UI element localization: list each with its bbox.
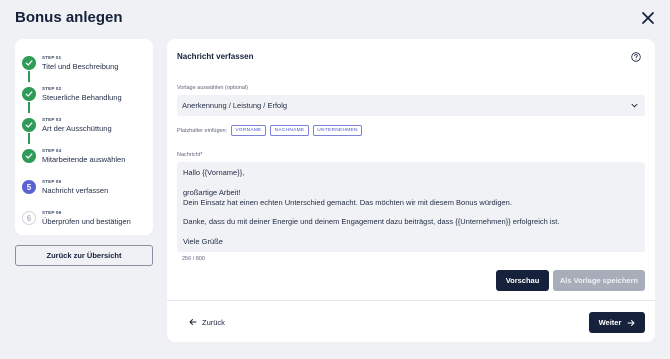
template-label: Vorlage auswählen (optional) — [177, 85, 248, 91]
step-1: STEP 01 Titel und Beschreibung — [22, 52, 152, 72]
step-label: Art der Ausschüttung — [42, 124, 112, 133]
step-number-badge: 6 — [22, 211, 36, 225]
message-line — [183, 208, 639, 218]
message-line: Dein Einsatz hat einen echten Unterschie… — [183, 197, 512, 207]
step-label: Steuerliche Behandlung — [42, 93, 122, 102]
step-2: STEP 02 Steuerliche Behandlung — [22, 83, 152, 103]
step-number-label: STEP 05 — [42, 179, 62, 184]
arrow-left-icon — [189, 319, 197, 325]
step-5: 5 STEP 05 Nachricht verfassen — [22, 176, 152, 196]
chevron-down-icon — [631, 102, 638, 109]
step-check-icon — [22, 118, 36, 132]
message-label: Nachricht* — [177, 152, 203, 158]
placeholder-chip-unternehmen[interactable]: UNTERNEHMEN — [313, 125, 362, 136]
save-as-template-button[interactable]: Als Vorlage speichern — [553, 270, 645, 291]
next-button-label: Weiter — [598, 318, 622, 327]
step-connector — [28, 102, 30, 113]
section-title: Nachricht verfassen — [177, 52, 254, 61]
placeholders-label: Platzhalter einfügen: — [177, 128, 228, 134]
close-icon — [642, 12, 654, 24]
message-line — [183, 227, 639, 237]
preview-button[interactable]: Vorschau — [496, 270, 549, 291]
template-select[interactable]: Anerkennung / Leistung / Erfolg — [177, 95, 645, 116]
step-3: STEP 03 Art der Ausschüttung — [22, 114, 152, 134]
step-check-icon — [22, 87, 36, 101]
divider — [167, 300, 655, 301]
placeholder-chip-vorname[interactable]: VORNAME — [231, 125, 266, 136]
placeholder-chip-nachname[interactable]: NACHNAME — [270, 125, 309, 136]
back-button-label: Zurück — [202, 317, 225, 327]
message-line: Danke, dass du mit deiner Energie und de… — [183, 217, 560, 227]
message-textarea[interactable]: Hallo {{Vorname}}, großartige Arbeit! De… — [177, 162, 645, 252]
close-button[interactable] — [640, 10, 656, 26]
step-label: Überprüfen und bestätigen — [42, 217, 131, 226]
help-circle-icon[interactable] — [631, 52, 641, 62]
step-number-label: STEP 04 — [42, 148, 62, 153]
step-number-label: STEP 06 — [42, 210, 62, 215]
step-check-icon — [22, 149, 36, 163]
step-connector — [28, 133, 30, 144]
back-button[interactable]: Zurück — [189, 316, 225, 328]
back-to-overview-button[interactable]: Zurück zur Übersicht — [15, 245, 153, 266]
character-count: 256 / 800 — [182, 256, 205, 262]
step-number-label: STEP 02 — [42, 86, 62, 91]
message-line: Hallo {{Vorname}}, — [183, 168, 245, 177]
step-number-label: STEP 01 — [42, 55, 62, 60]
arrow-right-icon — [627, 319, 635, 326]
message-line: Viele Grüße — [183, 237, 223, 247]
message-card: Nachricht verfassen Vorlage auswählen (o… — [167, 39, 655, 342]
step-check-icon — [22, 56, 36, 70]
step-number-badge: 5 — [22, 180, 36, 194]
step-label: Titel und Beschreibung — [42, 62, 119, 71]
step-4: STEP 04 Mitarbeitende auswählen — [22, 145, 152, 165]
page-title: Bonus anlegen — [15, 9, 123, 26]
step-label: Nachricht verfassen — [42, 186, 109, 195]
step-connector — [28, 71, 30, 82]
message-line: großartige Arbeit! — [183, 187, 241, 197]
stepper-panel: STEP 01 Titel und Beschreibung STEP 02 S… — [15, 39, 153, 235]
next-button[interactable]: Weiter — [589, 312, 645, 333]
message-line — [183, 178, 639, 188]
template-select-value: Anerkennung / Leistung / Erfolg — [182, 101, 288, 110]
step-number-label: STEP 03 — [42, 117, 62, 122]
step-6: 6 STEP 06 Überprüfen und bestätigen — [22, 207, 152, 227]
step-label: Mitarbeitende auswählen — [42, 155, 126, 164]
